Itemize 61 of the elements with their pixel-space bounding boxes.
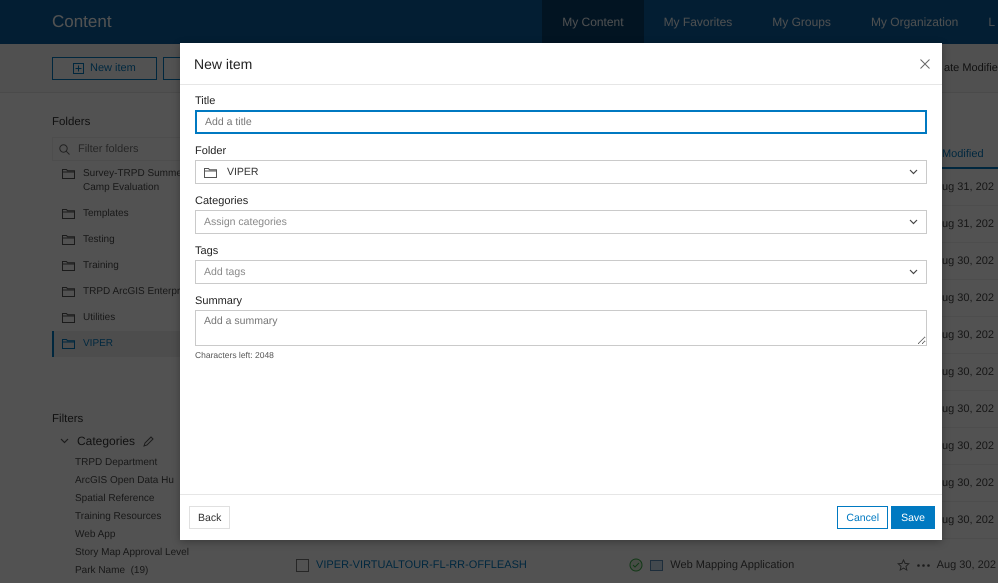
dropdown-field[interactable]: Add tags <box>195 260 927 284</box>
date-cell-text: Aug 30, 202 <box>936 559 998 571</box>
field-label: Folder <box>195 144 228 158</box>
field-label: Summary <box>195 294 244 308</box>
folder-icon <box>62 208 75 219</box>
date-cell-text: ug 31, 202 <box>942 181 995 193</box>
section-heading: Folders <box>52 116 90 128</box>
check-circle-icon <box>629 558 644 572</box>
nav-tab[interactable]: My Organization <box>850 0 978 44</box>
pencil-icon[interactable] <box>143 436 154 446</box>
folder-icon <box>204 167 217 178</box>
nav-tab[interactable]: My Groups <box>752 0 851 44</box>
dropdown-field[interactable]: Assign categories <box>195 210 927 234</box>
category-heading[interactable]: Categories <box>77 434 136 448</box>
page-title: Content <box>52 12 112 32</box>
folder-dropdown[interactable]: VIPER <box>195 160 927 184</box>
date-cell-text: ug 30, 202 <box>942 366 995 378</box>
cancel-button[interactable]: Cancel <box>837 506 888 529</box>
checkbox[interactable] <box>296 558 309 572</box>
date-cell-text: ug 30, 202 <box>942 292 995 304</box>
nav-tab[interactable]: My Favorites <box>644 0 752 44</box>
chevron-down-icon <box>909 269 918 275</box>
star-icon[interactable] <box>896 558 910 572</box>
nav-tab[interactable]: L <box>978 0 998 44</box>
item-type: Web Mapping Application <box>670 559 794 571</box>
summary-textarea[interactable]: Add a summary <box>195 310 927 346</box>
date-cell-text: ug 30, 202 <box>942 403 995 415</box>
date-cell-text: ug 30, 202 <box>942 514 995 526</box>
save-button[interactable]: Save <box>891 506 935 529</box>
search-icon <box>59 144 70 154</box>
field-label: Tags <box>195 244 220 258</box>
title-input[interactable]: Add a title <box>195 110 927 134</box>
close-icon <box>920 58 930 68</box>
field-label: Categories <box>195 194 250 208</box>
field-label: Title <box>195 94 216 108</box>
date-cell-text: ug 30, 202 <box>942 477 995 489</box>
item-title-link[interactable]: VIPER-VIRTUALTOUR-FL-RR-OFFLEASH <box>316 559 527 571</box>
chevron-down-icon <box>909 169 918 175</box>
category-item[interactable]: Story Map Approval Level <box>52 544 290 562</box>
folder-icon <box>62 286 75 297</box>
dialog-title: New item <box>194 56 254 72</box>
date-cell-text: ug 30, 202 <box>942 440 995 452</box>
date-cell-text: ug 31, 202 <box>942 218 995 230</box>
chevron-down-icon[interactable] <box>60 438 69 444</box>
nav-tab[interactable]: My Content <box>542 0 644 44</box>
more-icon[interactable] <box>916 564 930 566</box>
new-item-button[interactable]: New item <box>52 56 157 80</box>
date-cell-text: ug 30, 202 <box>942 255 995 267</box>
section-heading: Filters <box>52 413 84 425</box>
folder-icon <box>62 338 75 349</box>
sort-label: ate Modifie <box>944 62 998 74</box>
folder-icon <box>62 312 75 323</box>
folder-icon <box>62 168 75 179</box>
folder-icon <box>62 234 75 245</box>
chevron-down-icon <box>909 219 918 225</box>
folder-icon <box>62 260 75 271</box>
date-cell-text: ug 30, 202 <box>942 329 995 341</box>
character-count: Characters left: 2048 <box>195 350 275 360</box>
category-item[interactable]: Park Name (19) <box>52 562 290 580</box>
back-button[interactable]: Back <box>189 506 230 529</box>
close-button[interactable] <box>918 56 932 70</box>
